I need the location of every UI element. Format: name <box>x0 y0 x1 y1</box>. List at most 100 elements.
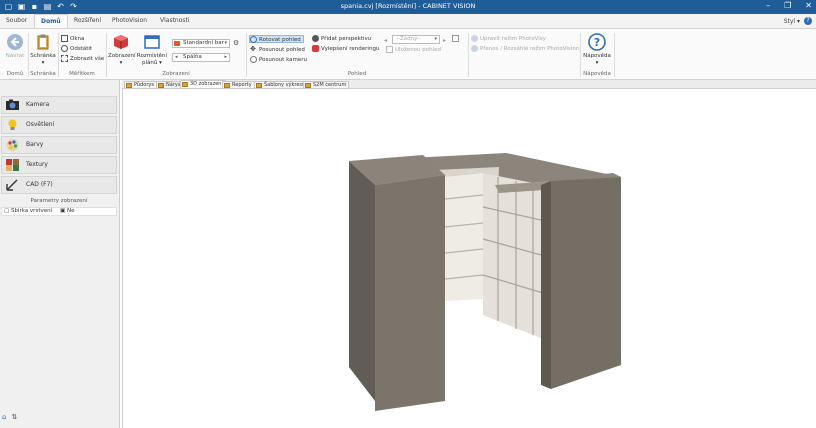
tab-domu[interactable]: Domů <box>34 14 68 28</box>
tab-s2m-centrum[interactable]: S2M centrum <box>303 81 350 89</box>
bottom-icons: ⌂ ⇅ <box>2 413 17 421</box>
save-view-icon <box>386 46 393 53</box>
group-label-schranka: Schránka <box>30 71 56 77</box>
property-label: ▢ Sbírka vrstvení <box>4 208 53 214</box>
left-panel: Kamera Osvětlení Barvy Textury CAD (F7) … <box>0 80 120 428</box>
nav-kamera[interactable]: Kamera <box>1 96 117 114</box>
nav-barvy[interactable]: Barvy <box>1 136 117 154</box>
group-label-pohled: Pohled <box>347 71 367 77</box>
tab-pudorys[interactable]: Půdorys <box>124 81 157 89</box>
minimize-icon[interactable]: – <box>766 1 770 10</box>
chevron-left-icon[interactable]: ◂ <box>175 54 178 61</box>
right-inner-panel <box>541 181 551 389</box>
vylepseni-renderingu-button[interactable]: Vylepšení renderingu <box>312 45 379 53</box>
view-tab-icon <box>126 83 132 88</box>
rotovat-pohled-button[interactable]: Rotovat pohled <box>249 35 304 43</box>
zobrazeni-button[interactable]: Zobrazení ▾ <box>108 33 136 66</box>
next-view-icon[interactable]: ▸ <box>443 37 446 44</box>
restore-icon[interactable]: ❐ <box>784 1 791 10</box>
right-front-panel <box>551 177 621 389</box>
lightbulb-icon <box>8 119 17 130</box>
window-title: spania.cvj [Rozmístění] - CABINET VISION <box>340 2 476 10</box>
svg-text:?: ? <box>594 36 600 49</box>
camera-move-icon <box>250 56 257 63</box>
render-icon <box>312 45 319 52</box>
view-tab-icon <box>256 83 262 88</box>
prev-view-icon[interactable]: ◂ <box>384 37 387 44</box>
app-window: ▢ ▣ ▪ ▤ ↶ ↷ spania.cvj [Rozmístění] - CA… <box>0 0 816 428</box>
view-tab-icon <box>224 83 230 88</box>
texture-icon <box>6 159 19 171</box>
ribbon: Návrat Domů Schránka ▾ Schránka Okna Ods… <box>0 28 816 80</box>
tab-sablony-vykresu[interactable]: Šablony výkresů <box>254 81 309 89</box>
nav-textury[interactable]: Textury <box>1 156 117 174</box>
eye-icon <box>312 35 319 42</box>
prenos-photovision-button[interactable]: Přenos / Rozsáhlé režim PhotoVision <box>471 45 579 53</box>
photovision-transfer-icon <box>471 45 478 52</box>
cad-icon <box>6 179 18 191</box>
panel-title: Parametry zobrazení <box>30 198 88 204</box>
group-label-zobrazeni: Zobrazení <box>162 71 190 77</box>
posunout-kameru-button[interactable]: Posunout kameru <box>250 56 307 64</box>
property-row[interactable]: ▢ Sbírka vrstvení ▣ Ne <box>1 207 117 216</box>
navrat-button[interactable]: Návrat <box>4 33 26 60</box>
cabinet-3d-render <box>349 153 621 411</box>
photovision-icon <box>471 35 478 42</box>
window-zoom-icon <box>61 35 68 42</box>
nav-cad[interactable]: CAD (F7) <box>1 176 117 194</box>
view-tab-icon <box>158 83 164 88</box>
rozmisteni-planu-button[interactable]: Rozmístění plánů ▾ <box>136 33 168 66</box>
odstatit-button[interactable]: Odstátit <box>61 45 92 53</box>
help-icon: ? <box>588 33 606 51</box>
edit-view-icon[interactable] <box>452 35 459 42</box>
style-menu[interactable]: Styl ▾ <box>784 18 800 25</box>
tab-soubor[interactable]: Soubor <box>6 17 27 24</box>
left-front-panel <box>375 175 445 411</box>
sort-icon[interactable]: ⇅ <box>11 413 17 421</box>
chevron-right-icon[interactable]: ▸ <box>224 54 227 61</box>
view-tab-icon <box>182 82 188 87</box>
tab-photovision[interactable]: PhotoVision <box>112 17 147 24</box>
view-tab-icon <box>305 83 311 88</box>
ribbon-tabs: Soubor Domů Rozšíření PhotoVision Vlastn… <box>0 14 816 28</box>
tab-rozsireni[interactable]: Rozšíření <box>74 17 101 24</box>
title-bar: ▢ ▣ ▪ ▤ ↶ ↷ spania.cvj [Rozmístění] - CA… <box>0 0 816 14</box>
tab-3d-zobrazeni[interactable]: 3D zobrazení <box>180 80 226 89</box>
chevron-down-icon: ▾ <box>224 40 227 46</box>
back-arrow-icon <box>7 34 23 50</box>
upravit-photovision-button[interactable]: Upravit režim PhotoVisy <box>471 35 546 43</box>
posunout-pohled-button[interactable]: ✥ Posunout pohled <box>250 46 305 54</box>
cube-view-icon <box>114 35 128 49</box>
zobrazit-vse-button[interactable]: Zobrazit vše <box>61 55 104 63</box>
options-icon[interactable]: ⚙ <box>233 39 239 47</box>
nav-osvetleni[interactable]: Osvětlení <box>1 116 117 134</box>
palette-mini-icon <box>174 41 180 46</box>
view-select-combo[interactable]: --Žádný-- ▾ <box>392 35 440 44</box>
chevron-down-icon: ▾ <box>434 36 437 42</box>
property-value[interactable]: ▣ Ne <box>60 208 74 215</box>
zoom-out-icon <box>61 45 68 52</box>
pridat-perspektivu-button[interactable]: Přidat perspektivu <box>312 35 371 43</box>
napoveda-button[interactable]: ? Nápověda ▾ <box>583 33 611 66</box>
zoom-all-icon <box>61 55 68 62</box>
ulozenou-pohled-button[interactable]: Uloženou pohled <box>386 46 441 54</box>
group-label-napoveda: Nápověda <box>583 71 611 77</box>
standard-bar-combo[interactable]: Standardní bar ▾ <box>172 39 230 48</box>
layout-plan-icon <box>144 35 160 49</box>
home-icon[interactable]: ⌂ <box>2 413 6 421</box>
close-icon[interactable]: ✕ <box>805 1 812 10</box>
schranka-button[interactable]: Schránka ▾ <box>30 33 56 66</box>
help-small-icon[interactable]: ? <box>804 17 812 25</box>
shelf-unit-center <box>445 173 483 301</box>
rotate-icon <box>250 36 257 43</box>
left-side-panel <box>349 161 375 401</box>
spalna-combo[interactable]: ◂ Spálňa ▸ <box>172 53 230 62</box>
camera-icon <box>6 99 19 110</box>
group-label-domu: Domů <box>6 71 24 77</box>
okna-button[interactable]: Okna <box>61 35 84 43</box>
group-label-meritkem: Měřítkem <box>69 71 95 77</box>
tab-vlastnosti[interactable]: Vlastnosti <box>160 17 190 24</box>
3d-viewport[interactable] <box>122 89 816 428</box>
tab-reporty[interactable]: Reporty <box>222 81 255 89</box>
window-controls: – ❐ ✕ <box>766 1 812 10</box>
